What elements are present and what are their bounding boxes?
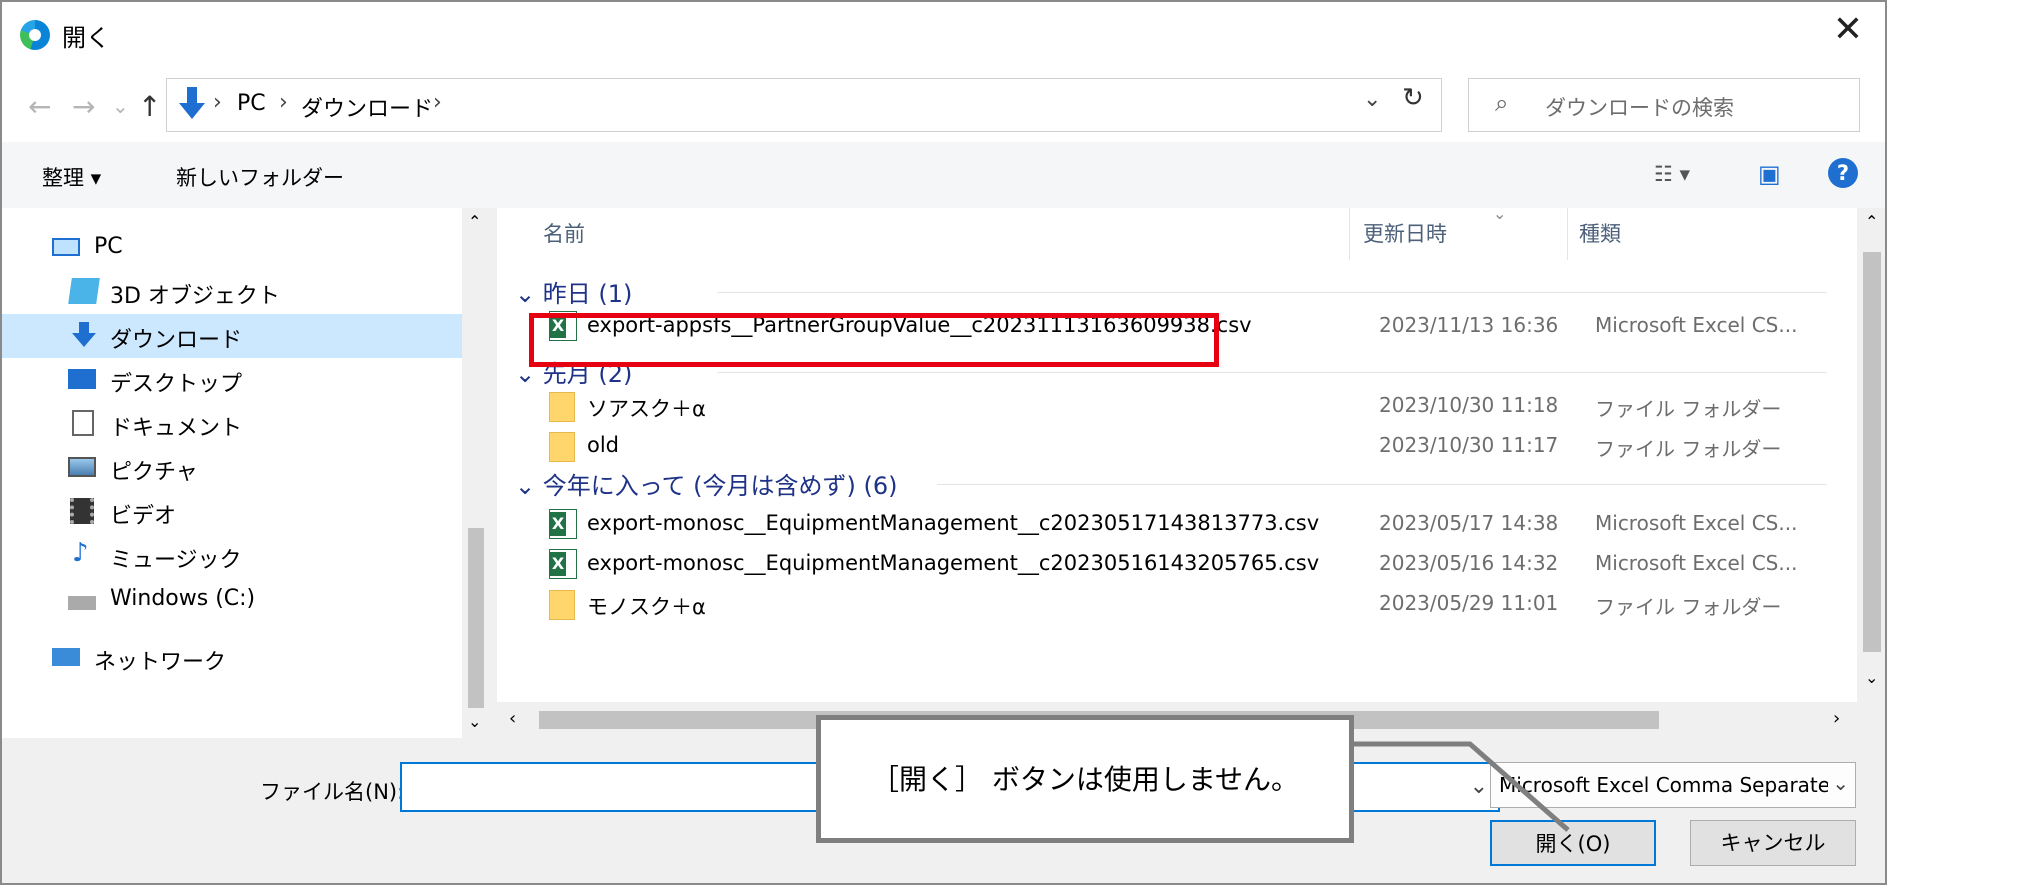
annotation-callout: ［開く］ ボタンは使用しません。 xyxy=(816,715,1354,843)
callout-text: ［開く］ ボタンは使用しません。 xyxy=(870,763,1300,796)
